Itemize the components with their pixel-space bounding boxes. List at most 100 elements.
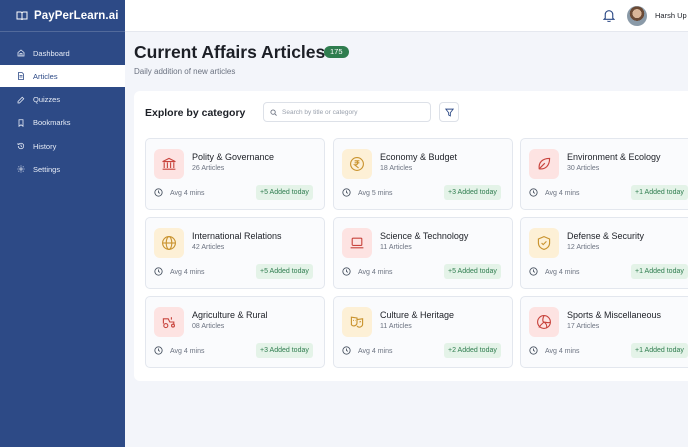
category-card-science[interactable]: Science & Technology 11 Articles Avg 4 m… [333, 217, 513, 289]
brand-name: PayPerLearn.ai [34, 9, 119, 22]
sidebar-item-quizzes[interactable]: Quizzes [0, 89, 125, 111]
globe-icon [162, 236, 176, 250]
sidebar-item-dashboard[interactable]: Dashboard [0, 42, 125, 64]
category-card-culture[interactable]: Culture & Heritage 11 Articles Avg 4 min… [333, 296, 513, 368]
category-avg-time: Avg 4 mins [170, 348, 205, 355]
added-today-badge: +1 Added today [631, 343, 688, 358]
sidebar-item-history[interactable]: History [0, 135, 125, 157]
category-icon-tile [154, 307, 184, 337]
category-card-defense[interactable]: Defense & Security 12 Articles Avg 4 min… [520, 217, 688, 289]
category-title: International Relations [192, 231, 282, 241]
category-icon-tile [342, 228, 372, 258]
page-subtitle: Daily addition of new articles [134, 67, 236, 76]
sidebar-nav: Dashboard Articles Quizzes Bookmarks His… [0, 42, 125, 180]
category-card-economy[interactable]: Economy & Budget 18 Articles Avg 5 mins … [333, 138, 513, 210]
category-article-count: 11 Articles [380, 323, 412, 330]
added-today-badge: +1 Added today [631, 264, 688, 279]
sidebar-item-label: Quizzes [33, 95, 61, 105]
category-title: Defense & Security [567, 231, 645, 241]
search-box[interactable] [263, 102, 431, 122]
category-panel: Explore by category Polity & Governance … [134, 91, 688, 381]
added-today-badge: +5 Added today [444, 264, 501, 279]
category-title: Sports & Miscellaneous [567, 310, 662, 320]
category-card-sports[interactable]: Sports & Miscellaneous 17 Articles Avg 4… [520, 296, 688, 368]
category-title: Economy & Budget [380, 152, 458, 162]
article-count-badge: 175 [324, 46, 349, 58]
category-avg-time: Avg 4 mins [358, 348, 393, 355]
shield-icon [537, 235, 551, 250]
book-icon [16, 11, 28, 20]
added-today-badge: +5 Added today [256, 185, 313, 200]
category-icon-tile [154, 149, 184, 179]
laptop-icon [350, 237, 364, 249]
added-today-badge: +2 Added today [444, 343, 501, 358]
category-icon-tile [529, 228, 559, 258]
bookmark-icon [18, 119, 24, 127]
category-title: Science & Technology [380, 231, 469, 241]
top-bar: Harsh Up [125, 0, 688, 32]
category-avg-time: Avg 5 mins [358, 190, 393, 197]
tractor-icon [162, 317, 175, 329]
sidebar-item-label: Articles [33, 71, 58, 81]
leaf-icon [538, 157, 551, 170]
clock-icon [529, 188, 538, 197]
category-icon-tile [529, 307, 559, 337]
clock-icon [529, 267, 538, 276]
sidebar-item-label: Dashboard [33, 48, 70, 58]
search-icon [270, 108, 277, 116]
gear-icon [17, 165, 25, 173]
user-name[interactable]: Harsh Up [655, 11, 687, 20]
sidebar-item-label: Bookmarks [33, 118, 71, 128]
clock-icon [529, 346, 538, 355]
category-icon-tile [342, 149, 372, 179]
category-article-count: 30 Articles [567, 165, 600, 172]
filter-icon [444, 108, 454, 117]
category-icon-tile [529, 149, 559, 179]
clock-icon [342, 267, 351, 276]
category-card-international[interactable]: International Relations 42 Articles Avg … [145, 217, 325, 289]
brand[interactable]: PayPerLearn.ai [0, 0, 125, 32]
page-title: Current Affairs Articles [134, 42, 326, 62]
avatar[interactable] [627, 6, 647, 26]
category-card-polity[interactable]: Polity & Governance 26 Articles Avg 4 mi… [145, 138, 325, 210]
filter-button[interactable] [439, 102, 459, 122]
sidebar-item-label: Settings [33, 164, 61, 174]
sidebar-item-settings[interactable]: Settings [0, 158, 125, 180]
category-card-environment[interactable]: Environment & Ecology 30 Articles Avg 4 … [520, 138, 688, 210]
clock-icon [342, 346, 351, 355]
category-avg-time: Avg 4 mins [358, 269, 393, 276]
history-icon [17, 143, 25, 150]
sidebar-item-bookmarks[interactable]: Bookmarks [0, 112, 125, 134]
category-icon-tile [342, 307, 372, 337]
added-today-badge: +1 Added today [631, 185, 688, 200]
sidebar-item-articles[interactable]: Articles [0, 65, 125, 88]
category-article-count: 11 Articles [380, 244, 412, 251]
category-article-count: 42 Articles [192, 244, 225, 251]
bell-icon[interactable] [603, 9, 615, 22]
added-today-badge: +5 Added today [256, 264, 313, 279]
category-article-count: 17 Articles [567, 323, 600, 330]
home-icon [17, 49, 25, 57]
sidebar-item-label: History [33, 141, 57, 151]
category-avg-time: Avg 4 mins [545, 348, 580, 355]
category-article-count: 08 Articles [192, 323, 225, 330]
category-title: Agriculture & Rural [192, 310, 268, 320]
explore-title: Explore by category [145, 107, 246, 119]
category-avg-time: Avg 4 mins [545, 269, 580, 276]
category-article-count: 18 Articles [380, 165, 413, 172]
category-title: Environment & Ecology [567, 152, 661, 162]
category-avg-time: Avg 4 mins [170, 269, 205, 276]
sidebar: PayPerLearn.ai Dashboard Articles Quizze… [0, 0, 125, 447]
clock-icon [154, 188, 163, 197]
clock-icon [154, 267, 163, 276]
category-article-count: 26 Articles [192, 165, 225, 172]
category-card-agriculture[interactable]: Agriculture & Rural 08 Articles Avg 4 mi… [145, 296, 325, 368]
added-today-badge: +3 Added today [256, 343, 313, 358]
category-article-count: 12 Articles [567, 244, 600, 251]
document-icon [18, 72, 24, 81]
category-title: Culture & Heritage [380, 310, 455, 320]
category-avg-time: Avg 4 mins [170, 190, 205, 197]
search-input[interactable] [282, 108, 422, 116]
category-icon-tile [154, 228, 184, 258]
volleyball-icon [537, 315, 551, 329]
